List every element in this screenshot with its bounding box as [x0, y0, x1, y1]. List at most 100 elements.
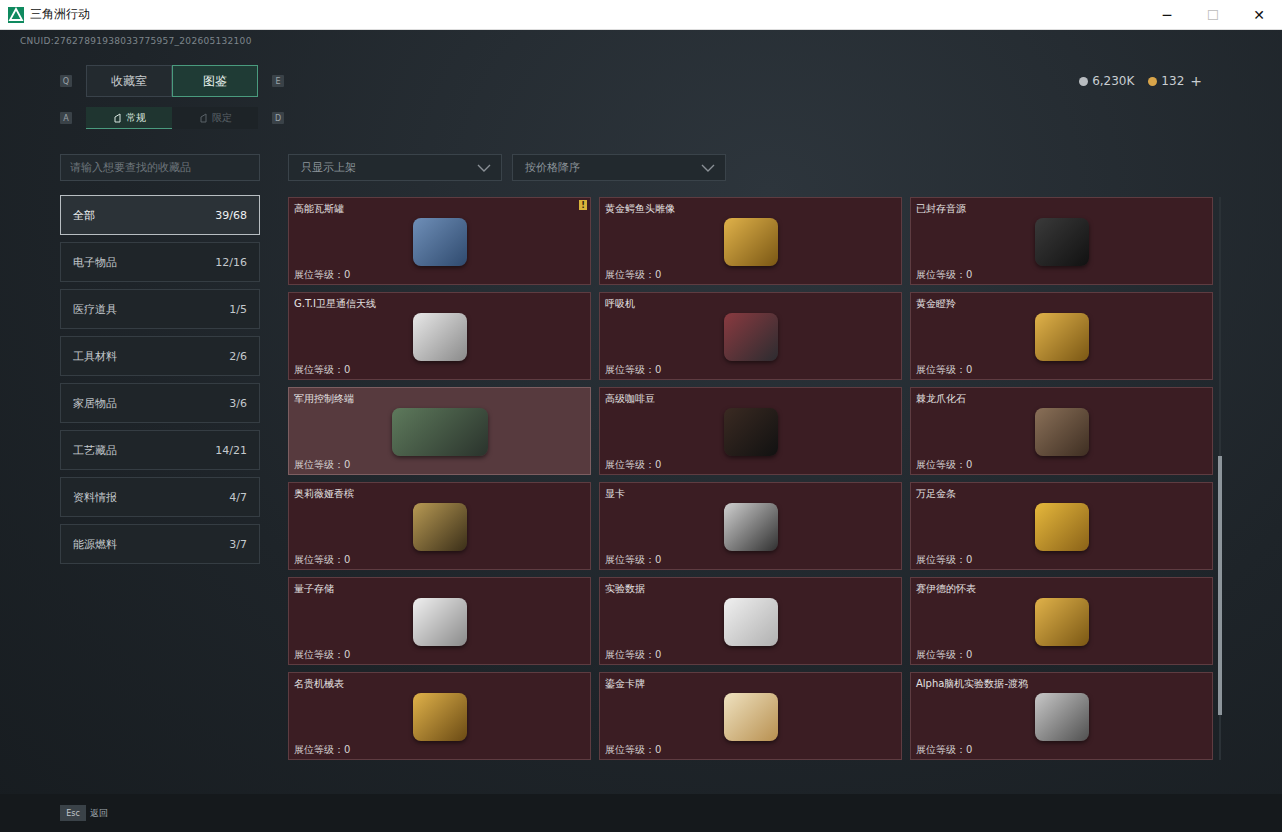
category-item[interactable]: 工艺藏品14/21: [60, 430, 260, 470]
right-column: 只显示上架按价格降序高能瓦斯罐!展位等级：0黄金鳄鱼头雕像展位等级：0已封存音源…: [288, 154, 1221, 760]
item-level: 展位等级：0: [605, 553, 896, 566]
window-control-button[interactable]: ✕: [1236, 7, 1282, 23]
category-label: 电子物品: [73, 255, 117, 270]
window-control-button[interactable]: ─: [1144, 7, 1190, 23]
category-count: 3/6: [229, 397, 247, 410]
add-currency-button[interactable]: +: [1190, 73, 1202, 89]
item-card[interactable]: 赛伊德的怀表展位等级：0: [910, 577, 1213, 665]
currency-bar: 6,230K 132 +: [1079, 73, 1202, 89]
category-count: 2/6: [229, 350, 247, 363]
item-level: 展位等级：0: [294, 458, 585, 471]
key-hint: D: [272, 112, 284, 124]
item-level: 展位等级：0: [916, 363, 1207, 376]
filter-row: 只显示上架按价格降序: [288, 154, 1221, 181]
item-image: [724, 218, 778, 266]
category-item[interactable]: 医疗道具1/5: [60, 289, 260, 329]
coin-icon: [1079, 77, 1088, 86]
item-card[interactable]: 量子存储展位等级：0: [288, 577, 591, 665]
item-card[interactable]: 呼吸机展位等级：0: [599, 292, 902, 380]
category-count: 39/68: [215, 209, 247, 222]
item-card[interactable]: 显卡展位等级：0: [599, 482, 902, 570]
item-card[interactable]: 黄金瞪羚展位等级：0: [910, 292, 1213, 380]
item-card[interactable]: 名贵机械表展位等级：0: [288, 672, 591, 760]
subtab[interactable]: 常规: [86, 107, 172, 129]
category-item[interactable]: 能源燃料 3/7: [60, 524, 260, 564]
item-name: 已封存音源: [916, 202, 1207, 216]
category-item[interactable]: 电子物品12/16: [60, 242, 260, 282]
item-grid: 高能瓦斯罐!展位等级：0黄金鳄鱼头雕像展位等级：0已封存音源展位等级：0G.T.…: [288, 197, 1213, 760]
item-image: [413, 218, 467, 266]
category-list: 全部39/68 电子物品12/16 医疗道具1/5 工具材料 2/6 家居物品 3/6 工艺藏…: [60, 195, 260, 564]
chevron-down-icon: [701, 164, 715, 172]
item-card[interactable]: 鎏金卡牌展位等级：0: [599, 672, 902, 760]
category-item[interactable]: 工具材料 2/6: [60, 336, 260, 376]
currency-amount: 6,230K: [1092, 74, 1134, 88]
item-card[interactable]: 黄金鳄鱼头雕像展位等级：0: [599, 197, 902, 285]
item-card[interactable]: 棘龙爪化石展位等级：0: [910, 387, 1213, 475]
currency: 6,230K: [1079, 74, 1134, 88]
sub-tabs: A常规限定D: [0, 107, 1282, 129]
item-name: 赛伊德的怀表: [916, 582, 1207, 596]
item-level: 展位等级：0: [294, 363, 585, 376]
item-name: 量子存储: [294, 582, 585, 596]
category-label: 能源燃料: [73, 537, 117, 552]
category-item[interactable]: 资料情报4/7: [60, 477, 260, 517]
item-card[interactable]: 高级咖啡豆展位等级：0: [599, 387, 902, 475]
item-level: 展位等级：0: [294, 268, 585, 281]
category-label: 资料情报: [73, 490, 117, 505]
category-label: 家居物品: [73, 396, 117, 411]
item-image: [724, 693, 778, 741]
item-level: 展位等级：0: [916, 268, 1207, 281]
category-item[interactable]: 全部39/68: [60, 195, 260, 235]
category-count: 14/21: [215, 444, 247, 457]
item-level: 展位等级：0: [605, 363, 896, 376]
item-level: 展位等级：0: [916, 553, 1207, 566]
tab[interactable]: 图鉴: [172, 65, 258, 97]
item-level: 展位等级：0: [605, 648, 896, 661]
category-item[interactable]: 家居物品 3/6: [60, 383, 260, 423]
filter-dropdown[interactable]: 只显示上架: [288, 154, 502, 181]
search-input[interactable]: [60, 154, 260, 181]
item-name: 黄金鳄鱼头雕像: [605, 202, 896, 216]
item-name: 高能瓦斯罐: [294, 202, 585, 216]
scrollbar[interactable]: [1219, 197, 1221, 760]
category-count: 3/7: [229, 538, 247, 551]
filter-dropdown[interactable]: 按价格降序: [512, 154, 726, 181]
title-bar: 三角洲行动─☐✕: [0, 0, 1282, 30]
item-card[interactable]: 奥莉薇娅香槟展位等级：0: [288, 482, 591, 570]
subtab-icon: [113, 113, 122, 123]
item-name: 黄金瞪羚: [916, 297, 1207, 311]
category-label: 工具材料: [73, 349, 117, 364]
game-logo-icon: [8, 7, 24, 23]
app-window: 三角洲行动─☐✕CNUID:27627891938033775957_20260…: [0, 0, 1282, 832]
item-card[interactable]: G.T.I卫星通信天线展位等级：0: [288, 292, 591, 380]
item-level: 展位等级：0: [605, 458, 896, 471]
key-hint: Q: [60, 75, 72, 87]
chevron-down-icon: [477, 164, 491, 172]
tab[interactable]: 收藏室: [86, 65, 172, 97]
item-name: 呼吸机: [605, 297, 896, 311]
footer-bar: Esc返回: [0, 794, 1282, 832]
item-image: [413, 313, 467, 361]
item-card[interactable]: 高能瓦斯罐!展位等级：0: [288, 197, 591, 285]
key-hint: E: [272, 75, 284, 87]
currency: 132: [1148, 74, 1184, 88]
item-card[interactable]: 万足金条展位等级：0: [910, 482, 1213, 570]
item-card[interactable]: Alpha脑机实验数据-渡鸦展位等级：0: [910, 672, 1213, 760]
item-name: 棘龙爪化石: [916, 392, 1207, 406]
subtab[interactable]: 限定: [172, 107, 258, 129]
item-name: 军用控制终端: [294, 392, 585, 406]
item-card[interactable]: 实验数据展位等级：0: [599, 577, 902, 665]
item-level: 展位等级：0: [916, 458, 1207, 471]
window-control-button[interactable]: ☐: [1190, 7, 1236, 23]
back-button[interactable]: Esc返回: [60, 805, 108, 821]
grid-area: 高能瓦斯罐!展位等级：0黄金鳄鱼头雕像展位等级：0已封存音源展位等级：0G.T.…: [288, 197, 1221, 760]
item-image: [724, 313, 778, 361]
esc-key: Esc: [60, 805, 86, 821]
item-image: [1035, 408, 1089, 456]
item-card[interactable]: 军用控制终端展位等级：0: [288, 387, 591, 475]
item-name: 显卡: [605, 487, 896, 501]
item-card[interactable]: 已封存音源展位等级：0: [910, 197, 1213, 285]
left-column: 全部39/68 电子物品12/16 医疗道具1/5 工具材料 2/6 家居物品 3/6 工艺藏…: [60, 154, 260, 760]
scrollbar-thumb[interactable]: [1218, 456, 1222, 715]
